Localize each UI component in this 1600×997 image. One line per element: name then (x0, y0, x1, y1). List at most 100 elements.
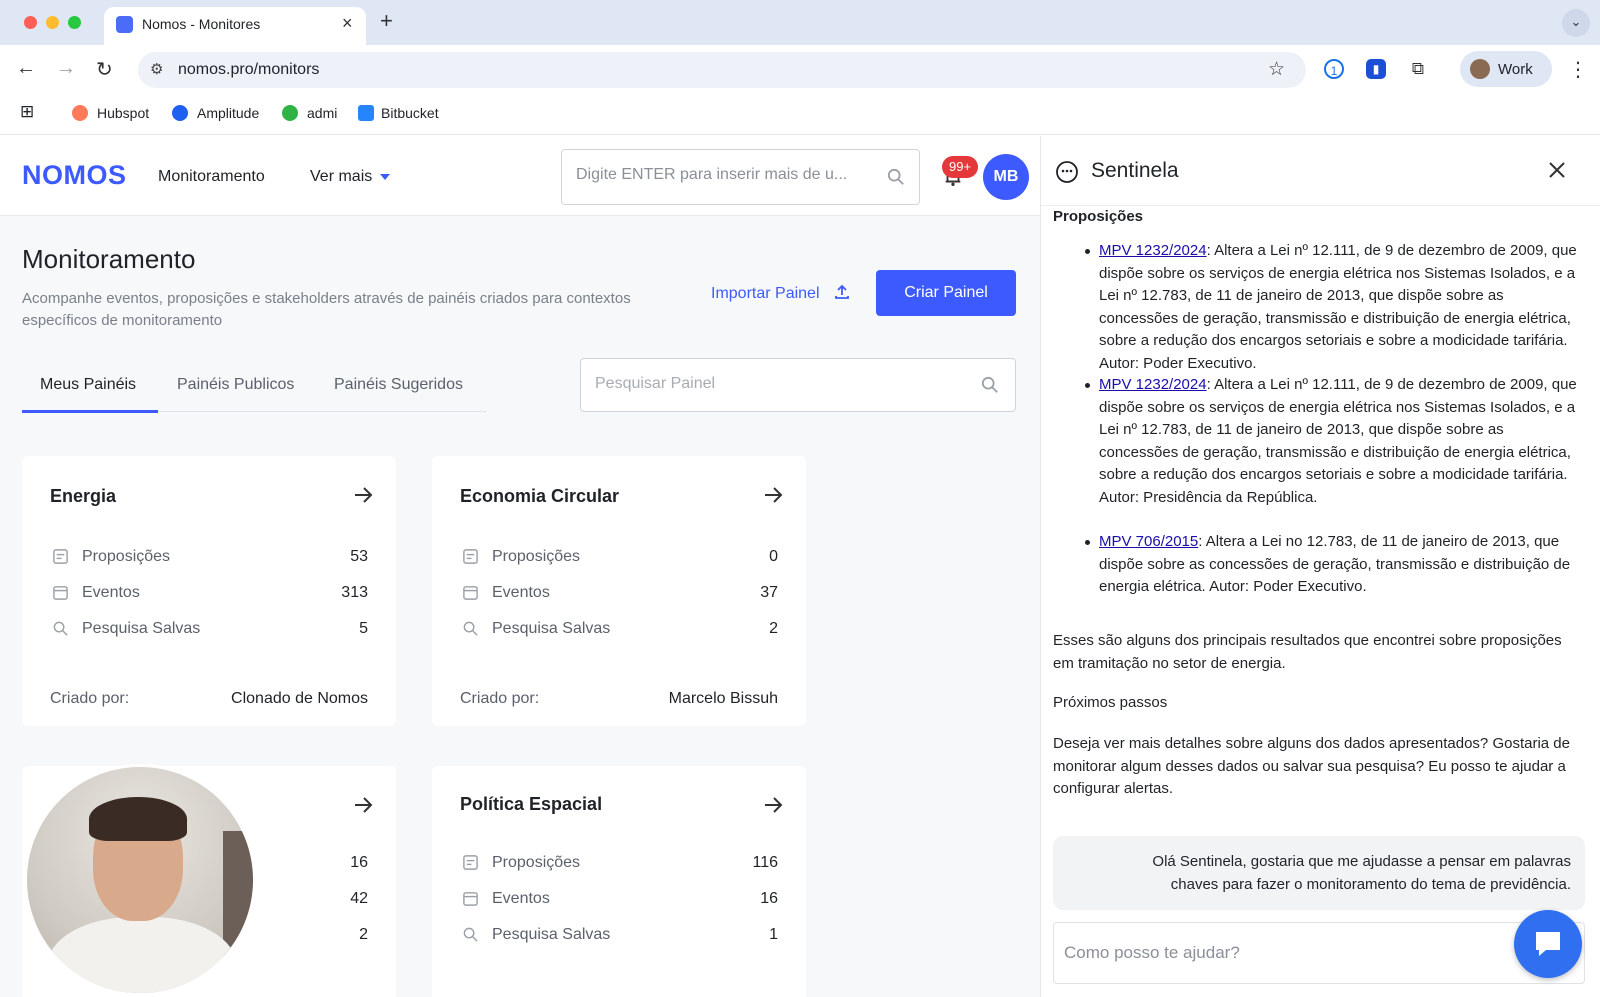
new-tab-icon[interactable]: + (380, 8, 393, 34)
webcam-person-hair (89, 797, 187, 841)
import-panel-button[interactable]: Importar Painel (711, 284, 850, 303)
search-icon (463, 927, 478, 942)
list-item: MPV 1232/2024: Altera a Lei nº 12.111, d… (1085, 240, 1583, 374)
profile-chip[interactable]: Work (1460, 51, 1552, 87)
webcam-background-door (223, 831, 253, 961)
profile-label: Work (1498, 61, 1533, 78)
chat-widget-button[interactable] (1514, 910, 1582, 978)
import-panel-label: Importar Painel (711, 285, 820, 302)
sentinela-header: Sentinela (1041, 136, 1600, 206)
bitbucket-icon (358, 105, 374, 121)
tab-meus-paineis[interactable]: Meus Painéis (40, 376, 136, 394)
global-search-input[interactable] (576, 166, 866, 184)
omnibox[interactable]: ⚙ nomos.pro/monitors ☆ (138, 52, 1306, 88)
card-row-eventos: Eventos 16 (460, 888, 778, 910)
nav-ver-mais[interactable]: Ver mais (310, 168, 391, 186)
panel-search-input[interactable] (595, 375, 955, 393)
browser-menu-icon[interactable]: ⋮ (1568, 57, 1588, 82)
arrow-right-icon[interactable] (762, 484, 784, 506)
reload-icon[interactable]: ↻ (96, 57, 113, 82)
chat-input-field[interactable] (1053, 922, 1585, 984)
window-zoom-button[interactable] (68, 16, 81, 29)
card-title: Energia (50, 486, 117, 506)
proposicao-description: : Altera a Lei nº 12.111, de 9 de dezemb… (1099, 376, 1577, 506)
panels-tabs: Meus Painéis Painéis Publicos Painéis Su… (22, 358, 486, 413)
created-by-label: Criado por: (460, 690, 540, 707)
created-by-value: Clonado de Nomos (231, 690, 368, 707)
row-value: 1 (769, 926, 778, 943)
card-title: Política Espacial (460, 794, 603, 814)
document-icon (463, 549, 478, 564)
card-row-pesquisas: Pesquisa Salvas 1 (460, 924, 778, 946)
list-item: MPV 706/2015: Altera a Lei no 12.783, de… (1085, 531, 1583, 599)
calendar-icon (463, 892, 478, 906)
search-icon[interactable] (887, 168, 905, 186)
tab-close-icon[interactable]: × (342, 13, 353, 34)
row-label: Eventos (492, 890, 550, 907)
panel-card-economia-circular[interactable]: Economia Circular Proposições 0 Eventos … (432, 456, 806, 726)
row-label: Eventos (82, 584, 140, 601)
row-value: 16 (350, 854, 368, 871)
user-avatar[interactable]: MB (983, 154, 1029, 200)
card-row-eventos: Eventos 313 (50, 582, 368, 604)
profile-avatar (1470, 59, 1490, 79)
bookmark-admi[interactable]: admi (307, 105, 337, 121)
bookmark-amplitude[interactable]: Amplitude (197, 105, 259, 121)
bookmark-hubspot[interactable]: Hubspot (97, 105, 149, 121)
created-by-label: Criado por: (50, 690, 130, 707)
site-settings-icon[interactable]: ⚙ (150, 60, 163, 78)
nomos-logo[interactable]: NOMOS (22, 160, 127, 191)
nav-ver-mais-label: Ver mais (310, 168, 373, 185)
tab-title: Nomos - Monitores (142, 16, 261, 32)
panel-card-politica-espacial[interactable]: Política Espacial Proposições 116 Evento… (432, 766, 806, 997)
proposicao-link[interactable]: MPV 1232/2024 (1099, 242, 1207, 259)
panel-card-energia[interactable]: Energia Proposições 53 Eventos 313 Pesqu… (22, 456, 396, 726)
browser-tab-bar: Nomos - Monitores × + ⌄ (0, 0, 1600, 45)
window-close-button[interactable] (24, 16, 37, 29)
bookmarks-bar: ⊞ Hubspot Amplitude admi Bitbucket (0, 93, 1600, 135)
arrow-right-icon[interactable] (352, 794, 374, 816)
question-text: Deseja ver mais detalhes sobre alguns do… (1053, 735, 1570, 798)
extension-shield-icon[interactable]: ▮ (1366, 59, 1386, 79)
nomos-app: NOMOS Monitoramento Ver mais 99+ MB Moni… (0, 136, 1040, 997)
bookmark-star-icon[interactable]: ☆ (1268, 58, 1285, 81)
tab-search-chevron-icon[interactable]: ⌄ (1562, 9, 1590, 37)
proposicao-link[interactable]: MPV 1232/2024 (1099, 376, 1207, 393)
forward-arrow-icon[interactable]: → (56, 57, 76, 80)
create-panel-button[interactable]: Criar Painel (876, 270, 1016, 316)
search-icon (463, 621, 478, 636)
user-message-text: Olá Sentinela, gostaria que me ajudasse … (1152, 853, 1571, 893)
chat-bubble-icon (1536, 932, 1560, 956)
apps-grid-icon[interactable]: ⊞ (20, 102, 34, 122)
panel-search-field[interactable] (580, 358, 1016, 412)
webcam-overlay[interactable] (24, 764, 256, 996)
nomos-favicon-icon (116, 16, 133, 33)
row-value: 2 (769, 620, 778, 637)
row-value: 37 (760, 584, 778, 601)
tab-paineis-sugeridos[interactable]: Painéis Sugeridos (334, 376, 463, 394)
nav-monitoramento[interactable]: Monitoramento (158, 168, 265, 186)
extensions-puzzle-icon[interactable]: ⧉ (1408, 59, 1428, 79)
proposicoes-list: MPV 1232/2024: Altera a Lei nº 12.111, d… (1085, 240, 1583, 599)
browser-tab[interactable]: Nomos - Monitores × (104, 7, 366, 45)
arrow-right-icon[interactable] (762, 794, 784, 816)
proposicao-link[interactable]: MPV 706/2015 (1099, 533, 1198, 550)
list-item: MPV 1232/2024: Altera a Lei nº 12.111, d… (1085, 374, 1583, 531)
chat-input[interactable] (1064, 943, 1484, 963)
row-value: 0 (769, 548, 778, 565)
proposicao-description: : Altera a Lei nº 12.111, de 9 de dezemb… (1099, 242, 1577, 372)
next-steps-heading: Próximos passos (1053, 694, 1168, 711)
window-minimize-button[interactable] (46, 16, 59, 29)
search-icon[interactable] (981, 376, 999, 394)
back-arrow-icon[interactable]: ← (16, 57, 36, 80)
arrow-right-icon[interactable] (352, 484, 374, 506)
password-manager-icon[interactable]: 1 (1324, 59, 1344, 79)
global-search-field[interactable] (561, 149, 920, 205)
caret-down-icon (380, 173, 391, 180)
tab-paineis-publicos[interactable]: Painéis Publicos (177, 376, 294, 394)
row-label: Proposições (492, 854, 581, 871)
page-subtitle: Acompanhe eventos, proposições e stakeho… (22, 290, 631, 329)
row-value: 53 (350, 548, 368, 565)
close-icon[interactable] (1547, 160, 1567, 180)
bookmark-bitbucket[interactable]: Bitbucket (381, 105, 439, 121)
